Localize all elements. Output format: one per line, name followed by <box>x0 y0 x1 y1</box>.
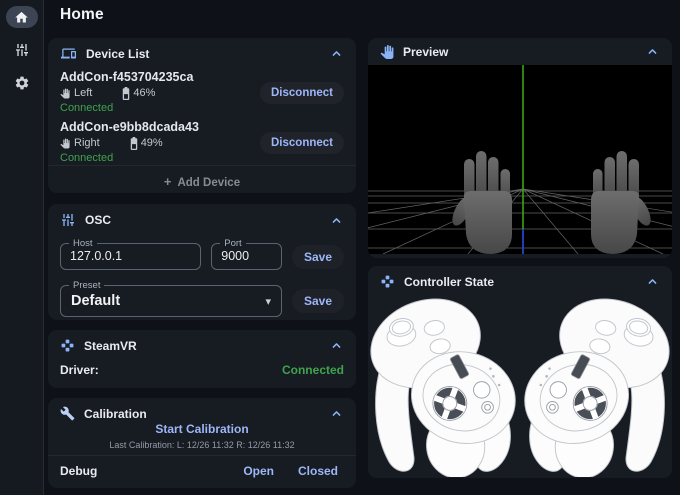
sidebar <box>0 0 44 495</box>
page-title: Home <box>60 6 104 24</box>
device-status: Connected <box>60 151 260 165</box>
sidebar-item-home[interactable] <box>6 6 38 28</box>
chevron-up-icon[interactable] <box>329 213 344 228</box>
controller-state-icon <box>380 274 395 289</box>
host-field-label: Host <box>69 238 97 249</box>
steamvr-title: SteamVR <box>84 339 137 353</box>
disconnect-button[interactable]: Disconnect <box>260 82 344 104</box>
gear-icon <box>14 75 30 91</box>
controller-thumbwheel <box>433 386 467 420</box>
port-field-wrapper: Port <box>211 243 282 270</box>
save-host-port-button[interactable]: Save <box>292 245 344 269</box>
battery-icon <box>130 137 138 150</box>
left-hand-model <box>448 151 512 254</box>
osc-header[interactable]: OSC <box>48 204 356 232</box>
chevron-up-icon[interactable] <box>329 406 344 421</box>
device-side-label: Left <box>74 87 92 100</box>
battery-percent: 46% <box>133 87 155 100</box>
last-calibration-text: Last Calibration: L: 12/26 11:32 R: 12/2… <box>48 440 356 450</box>
wrench-icon <box>60 406 75 421</box>
preview-header[interactable]: Preview <box>368 38 672 65</box>
debug-label: Debug <box>60 464 97 478</box>
calibration-title: Calibration <box>84 407 147 421</box>
debug-row: Debug Open Closed <box>48 455 356 488</box>
device-info: AddCon-f453704235ca Left 46% Connected <box>60 70 260 115</box>
device-list-header[interactable]: Device List <box>48 38 356 65</box>
devices-icon <box>60 46 77 61</box>
steamvr-icon <box>60 338 75 353</box>
debug-open-button[interactable]: Open <box>237 462 280 480</box>
device-list-title: Device List <box>86 47 149 61</box>
chevron-up-icon[interactable] <box>645 44 660 59</box>
3d-preview-viewport[interactable] <box>368 65 672 254</box>
steamvr-header[interactable]: SteamVR <box>48 330 356 357</box>
preview-card: Preview <box>368 38 672 258</box>
hand-icon <box>60 88 70 99</box>
driver-label: Driver: <box>60 363 99 377</box>
device-row-right: AddCon-e9bb8dcada43 Right 49% Connected … <box>48 115 356 165</box>
right-controller-illustration <box>520 295 672 477</box>
sidebar-item-tune[interactable] <box>6 39 38 61</box>
battery-percent: 49% <box>141 137 163 150</box>
preset-select[interactable]: Preset Default ▾ <box>60 285 282 317</box>
hand-icon <box>380 45 394 59</box>
osc-title: OSC <box>85 213 111 227</box>
device-side-label: Right <box>74 137 100 150</box>
chevron-up-icon[interactable] <box>329 338 344 353</box>
device-name: AddCon-f453704235ca <box>60 70 260 85</box>
port-field-label: Port <box>220 238 245 249</box>
calibration-card: Calibration Start Calibration Last Calib… <box>48 398 356 488</box>
device-list-card: Device List AddCon-f453704235ca Left 46%… <box>48 38 356 193</box>
calibration-header[interactable]: Calibration <box>48 398 356 421</box>
chevron-up-icon[interactable] <box>645 274 660 289</box>
plus-icon: + <box>164 174 172 189</box>
controller-state-title: Controller State <box>404 275 494 289</box>
add-device-button[interactable]: +Add Device <box>164 174 240 189</box>
host-field-wrapper: Host <box>60 243 201 270</box>
tune-icon <box>60 212 76 228</box>
controller-thumbwheel <box>573 386 607 420</box>
dropdown-arrow-icon: ▾ <box>265 295 281 308</box>
debug-closed-button[interactable]: Closed <box>292 462 344 480</box>
device-status: Connected <box>60 101 260 115</box>
start-calibration-button[interactable]: Start Calibration <box>155 422 248 436</box>
chevron-up-icon[interactable] <box>329 46 344 61</box>
preview-title: Preview <box>403 45 448 59</box>
preset-select-label: Preset <box>69 280 104 291</box>
save-preset-button[interactable]: Save <box>292 289 344 313</box>
disconnect-button[interactable]: Disconnect <box>260 132 344 154</box>
left-controller-illustration <box>368 295 520 477</box>
right-column: Preview <box>368 38 672 478</box>
controller-state-card: Controller State <box>368 266 672 478</box>
tune-icon <box>14 42 30 58</box>
sidebar-item-settings[interactable] <box>6 72 38 94</box>
preset-selected-value: Default <box>61 293 265 309</box>
controller-illustrations <box>368 293 672 478</box>
left-column: Device List AddCon-f453704235ca Left 46%… <box>48 38 356 488</box>
steamvr-card: SteamVR Driver: Connected <box>48 330 356 388</box>
battery-icon <box>122 87 130 100</box>
device-row-left: AddCon-f453704235ca Left 46% Connected D… <box>48 65 356 115</box>
hand-icon <box>60 138 70 149</box>
add-device-row: +Add Device <box>48 165 356 193</box>
device-info: AddCon-e9bb8dcada43 Right 49% Connected <box>60 120 260 165</box>
device-name: AddCon-e9bb8dcada43 <box>60 120 260 135</box>
osc-card: OSC Host Port Save Preset Default ▾ Save <box>48 204 356 320</box>
right-hand-model <box>591 151 655 254</box>
driver-status: Connected <box>282 363 344 377</box>
controller-state-header[interactable]: Controller State <box>368 266 672 293</box>
home-icon <box>14 10 29 25</box>
